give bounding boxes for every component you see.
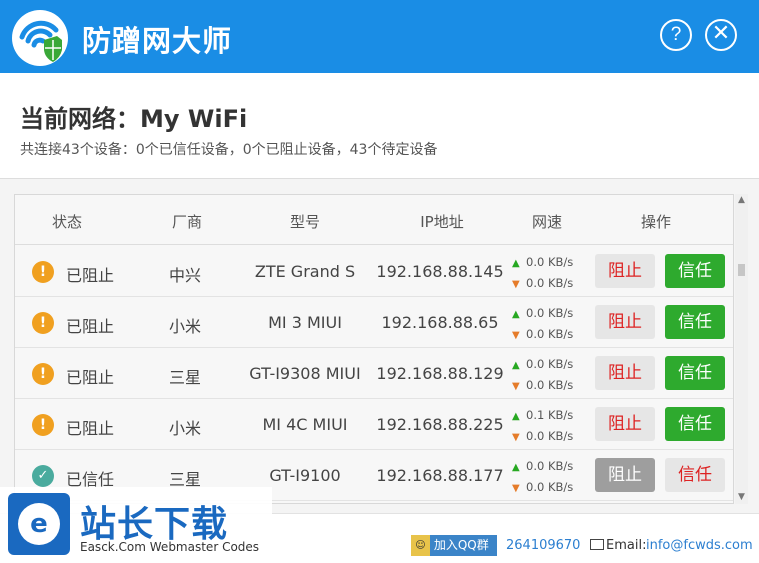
- upload-arrow-icon: ▲: [512, 360, 520, 371]
- status-text: 已阻止: [66, 266, 115, 285]
- warning-icon: !: [32, 363, 54, 385]
- vendor-cell: 三星: [168, 368, 202, 387]
- header-vendor: 厂商: [171, 213, 203, 231]
- header-ip: IP地址: [420, 213, 464, 231]
- status-text: 已阻止: [66, 317, 115, 336]
- upload-speed: ▲ 0.0 KB/s: [512, 459, 574, 473]
- header-actions: 操作: [640, 213, 672, 231]
- table-scrollbar[interactable]: ▲ ▼: [735, 194, 748, 504]
- warning-icon: !: [32, 414, 54, 436]
- table-header: 状态 厂商 型号 IP地址 网速 操作: [15, 195, 733, 245]
- upload-speed: ▲ 0.0 KB/s: [512, 255, 574, 269]
- header-status: 状态: [51, 213, 83, 231]
- ip-cell: 192.168.88.145: [376, 262, 504, 281]
- vendor-cell: 小米: [168, 317, 202, 336]
- network-name: My WiFi: [140, 105, 248, 133]
- trust-button[interactable]: 信任: [665, 458, 725, 492]
- download-speed: ▼ 0.0 KB/s: [512, 480, 574, 494]
- header-model: 型号: [289, 213, 321, 231]
- scrollbar-thumb[interactable]: [738, 264, 745, 276]
- app-title: 防蹭网大师: [82, 24, 233, 58]
- upload-speed: ▲ 0.1 KB/s: [512, 408, 574, 422]
- wifi-shield-logo-icon: [12, 10, 68, 66]
- table-row: ! 已阻止 三星 GT-I9308 MIUI 192.168.88.129 ▲ 0…: [15, 348, 733, 399]
- block-button[interactable]: 阻止: [595, 356, 655, 390]
- model-cell: MI 3 MIUI: [268, 313, 342, 332]
- download-arrow-icon: ▼: [512, 483, 520, 494]
- download-speed: ▼ 0.0 KB/s: [512, 327, 574, 341]
- model-cell: MI 4C MIUI: [262, 415, 348, 434]
- download-arrow-icon: ▼: [512, 381, 520, 392]
- download-speed: ▼ 0.0 KB/s: [512, 378, 574, 392]
- upload-arrow-icon: ▲: [512, 258, 520, 269]
- upload-arrow-icon: ▲: [512, 309, 520, 320]
- qq-group-number[interactable]: 264109670: [506, 538, 580, 553]
- table-row: ! 已阻止 中兴 ZTE Grand S 192.168.88.145 ▲ 0.0…: [15, 246, 733, 297]
- watermark: e 站长下载 Easck.Com Webmaster Codes: [0, 487, 272, 563]
- qq-label: 加入QQ群: [433, 538, 489, 552]
- help-button[interactable]: ?: [660, 19, 692, 51]
- title-bar: 防蹭网大师 ? ✕: [0, 0, 759, 73]
- ip-cell: 192.168.88.65: [381, 313, 499, 332]
- ip-cell: 192.168.88.129: [376, 364, 504, 383]
- join-qq-group-button[interactable]: ☺ 加入QQ群: [411, 535, 497, 556]
- ip-cell: 192.168.88.225: [376, 415, 504, 434]
- download-speed: ▼ 0.0 KB/s: [512, 429, 574, 443]
- watermark-logo-icon: e: [8, 493, 70, 555]
- block-button[interactable]: 阻止: [595, 254, 655, 288]
- table-row: ! 已阻止 小米 MI 4C MIUI 192.168.88.225 ▲ 0.1 …: [15, 399, 733, 450]
- scroll-down-arrow-icon[interactable]: ▼: [735, 491, 748, 504]
- vendor-cell: 小米: [168, 419, 202, 438]
- scroll-up-arrow-icon[interactable]: ▲: [735, 194, 748, 207]
- network-summary: 共连接43个设备：0个已信任设备，0个已阻止设备，43个待定设备: [20, 142, 438, 158]
- email-link[interactable]: info@fcwds.com: [646, 538, 753, 553]
- status-text: 已阻止: [66, 419, 115, 438]
- download-arrow-icon: ▼: [512, 432, 520, 443]
- close-button[interactable]: ✕: [705, 19, 737, 51]
- table-row: ! 已阻止 小米 MI 3 MIUI 192.168.88.65 ▲ 0.0 KB…: [15, 297, 733, 348]
- network-title: 当前网络：My WiFi: [20, 99, 322, 135]
- email-envelope-icon: [590, 539, 604, 550]
- network-label: 当前网络：: [20, 105, 140, 133]
- warning-icon: !: [32, 312, 54, 334]
- email-label: Email:: [606, 538, 647, 553]
- block-button[interactable]: 阻止: [595, 305, 655, 339]
- qq-group-icon: ☺: [411, 535, 430, 556]
- trust-button[interactable]: 信任: [665, 356, 725, 390]
- upload-arrow-icon: ▲: [512, 411, 520, 422]
- watermark-subtitle: Easck.Com Webmaster Codes: [80, 540, 260, 554]
- e-logo-icon: e: [18, 503, 60, 545]
- redaction-mask: [255, 105, 322, 135]
- block-button[interactable]: 阻止: [595, 407, 655, 441]
- upload-arrow-icon: ▲: [512, 462, 520, 473]
- model-cell: GT-I9308 MIUI: [249, 364, 361, 383]
- ip-cell: 192.168.88.177: [376, 466, 504, 485]
- status-text: 已阻止: [66, 368, 115, 387]
- download-arrow-icon: ▼: [512, 279, 520, 290]
- download-speed: ▼ 0.0 KB/s: [512, 276, 574, 290]
- trust-button[interactable]: 信任: [665, 305, 725, 339]
- warning-icon: !: [32, 261, 54, 283]
- upload-speed: ▲ 0.0 KB/s: [512, 306, 574, 320]
- check-icon: ✓: [32, 465, 54, 487]
- vendor-cell: 中兴: [168, 266, 202, 285]
- trust-button[interactable]: 信任: [665, 254, 725, 288]
- upload-speed: ▲ 0.0 KB/s: [512, 357, 574, 371]
- block-button[interactable]: 阻止: [595, 458, 655, 492]
- device-table: 状态 厂商 型号 IP地址 网速 操作 ! 已阻止 中兴 ZTE Grand S…: [14, 194, 734, 504]
- header-speed: 网速: [531, 213, 563, 231]
- model-cell: ZTE Grand S: [254, 262, 356, 281]
- model-cell: GT-I9100: [269, 466, 341, 485]
- trust-button[interactable]: 信任: [665, 407, 725, 441]
- download-arrow-icon: ▼: [512, 330, 520, 341]
